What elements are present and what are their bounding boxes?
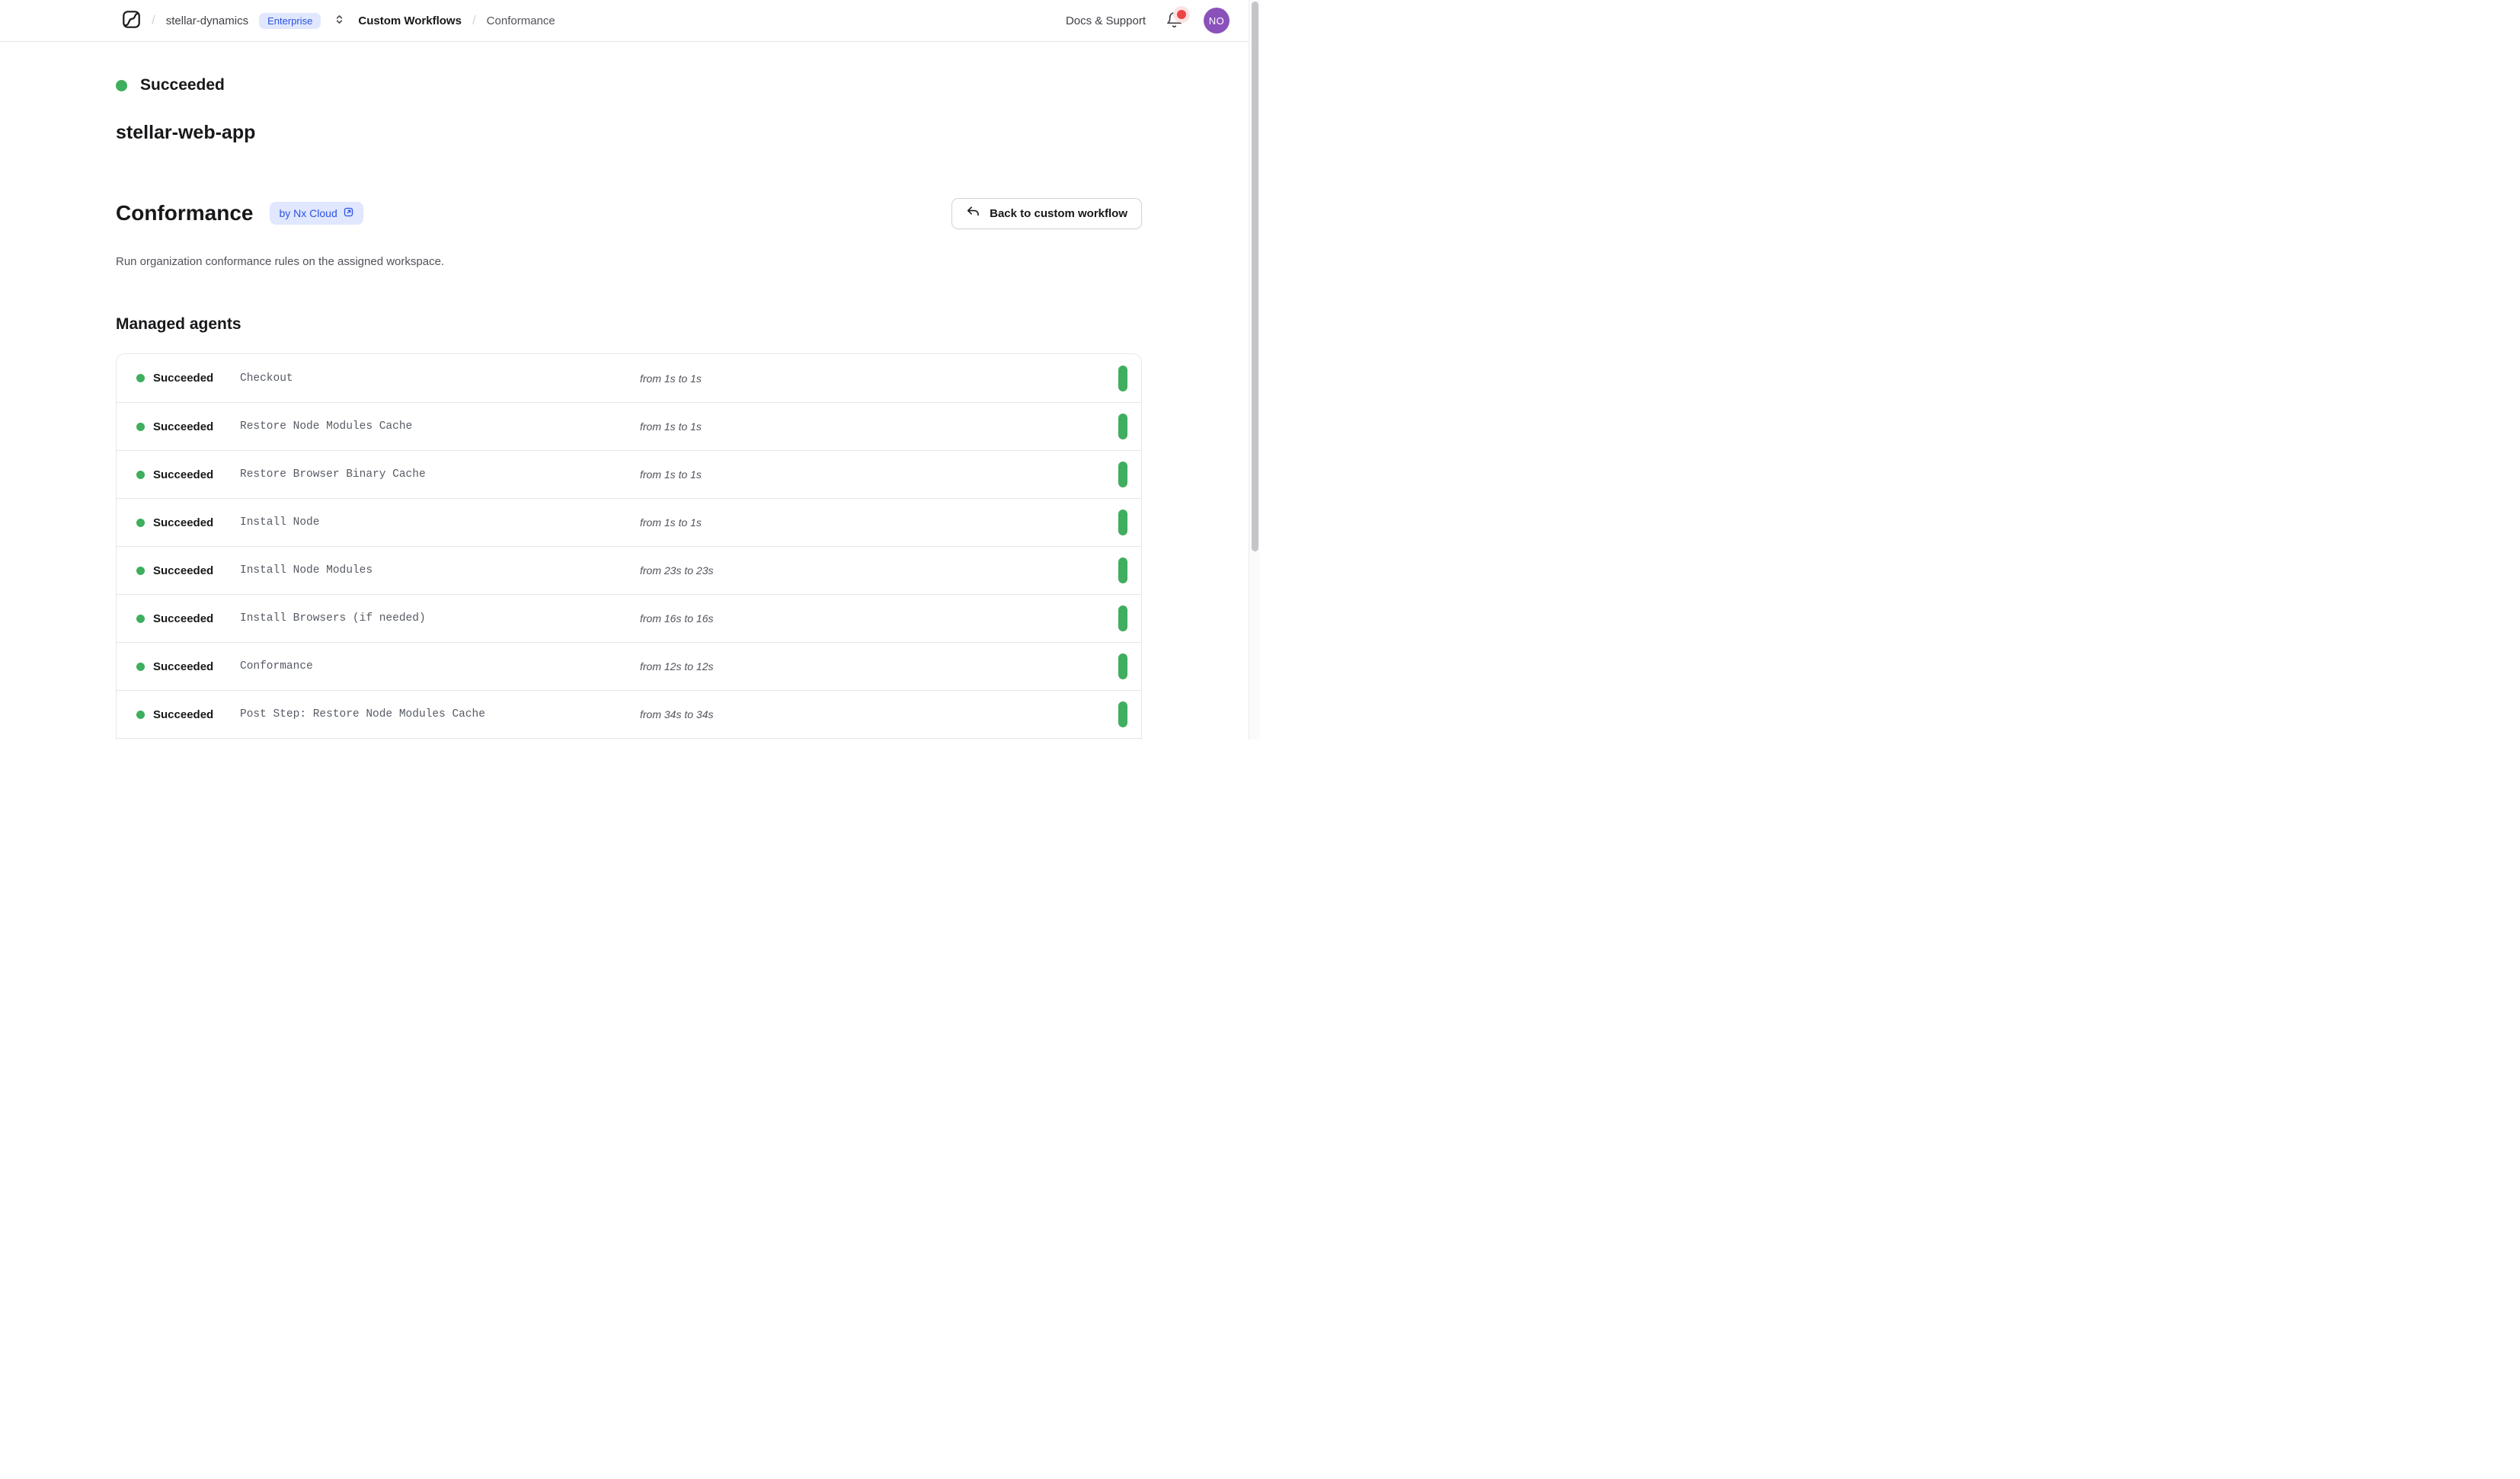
breadcrumb-workspace[interactable]: stellar-dynamics — [166, 14, 248, 27]
breadcrumb-separator: / — [152, 13, 155, 28]
step-status-label: Succeeded — [153, 468, 213, 481]
agent-step-row[interactable]: Succeeded Conformance from 12s to 12s — [117, 642, 1141, 690]
run-status-label: Succeeded — [140, 76, 225, 94]
step-name: Conformance — [240, 660, 313, 672]
notification-badge — [1173, 6, 1190, 23]
step-name: Install Browsers (if needed) — [240, 612, 426, 625]
top-bar: / stellar-dynamics Enterprise Custom Wor… — [0, 0, 1260, 42]
notifications-button[interactable] — [1166, 11, 1184, 30]
step-timing: from 34s to 34s — [640, 708, 714, 720]
step-timeline-bar[interactable] — [1118, 366, 1127, 391]
step-timeline-bar[interactable] — [1118, 557, 1127, 583]
step-timing: from 23s to 23s — [640, 564, 714, 577]
status-dot-icon — [116, 80, 127, 91]
status-dot-icon — [136, 663, 145, 671]
external-link-icon — [343, 206, 354, 220]
step-status-label: Succeeded — [153, 612, 213, 625]
top-bar-actions: Docs & Support NO — [1066, 8, 1230, 34]
by-nx-cloud-badge[interactable]: by Nx Cloud — [270, 202, 363, 225]
agent-step-row[interactable]: Succeeded Install Node Modules from 23s … — [117, 546, 1141, 594]
step-status: Succeeded — [136, 691, 213, 738]
docs-support-link[interactable]: Docs & Support — [1066, 14, 1146, 27]
step-name: Restore Node Modules Cache — [240, 420, 412, 433]
user-avatar[interactable]: NO — [1204, 8, 1230, 34]
breadcrumb-section[interactable]: Custom Workflows — [358, 14, 462, 27]
nx-cloud-app: / stellar-dynamics Enterprise Custom Wor… — [0, 0, 1260, 740]
scrollbar-track[interactable] — [1249, 0, 1260, 740]
step-status-label: Succeeded — [153, 516, 213, 529]
status-dot-icon — [136, 471, 145, 479]
step-status-label: Succeeded — [153, 420, 213, 433]
step-timing: from 1s to 1s — [640, 420, 702, 433]
step-timing: from 16s to 16s — [640, 612, 714, 625]
step-status: Succeeded — [136, 547, 213, 594]
step-status: Succeeded — [136, 451, 213, 498]
breadcrumb-separator: / — [472, 13, 476, 28]
step-timing: from 12s to 12s — [640, 660, 714, 672]
step-status-label: Succeeded — [153, 564, 213, 577]
agent-step-row[interactable]: Succeeded Post Step: Restore Node Module… — [117, 690, 1141, 738]
agent-step-row[interactable]: Succeeded Install Node from 1s to 1s — [117, 498, 1141, 546]
back-button-label: Back to custom workflow — [990, 207, 1127, 220]
step-status: Succeeded — [136, 739, 213, 740]
managed-agents-heading: Managed agents — [116, 315, 1142, 334]
workflow-description: Run organization conformance rules on th… — [116, 255, 1142, 268]
step-timeline-bar[interactable] — [1118, 414, 1127, 439]
step-timing: from 1s to 1s — [640, 468, 702, 481]
plan-badge: Enterprise — [259, 13, 321, 29]
breadcrumb-current-page: Conformance — [487, 14, 555, 27]
step-status: Succeeded — [136, 643, 213, 690]
agent-step-row[interactable]: Succeeded Install Browsers (if needed) f… — [117, 594, 1141, 642]
status-dot-icon — [136, 374, 145, 382]
step-status: Succeeded — [136, 354, 213, 402]
managed-agents-list: Succeeded Checkout from 1s to 1s Succeed… — [116, 353, 1142, 740]
status-dot-icon — [136, 567, 145, 575]
status-dot-icon — [136, 423, 145, 431]
back-to-custom-workflow-button[interactable]: Back to custom workflow — [951, 198, 1142, 229]
step-status-label: Succeeded — [153, 372, 213, 385]
scrollbar-thumb[interactable] — [1252, 2, 1258, 551]
step-name: Post Step: Restore Node Modules Cache — [240, 708, 485, 720]
step-name: Checkout — [240, 372, 293, 385]
step-timing: from 1s to 1s — [640, 372, 702, 385]
run-status: Succeeded — [116, 76, 1142, 94]
step-name: Install Node — [240, 516, 319, 529]
status-dot-icon — [136, 519, 145, 527]
step-timing: from 1s to 1s — [640, 516, 702, 529]
step-timeline-bar[interactable] — [1118, 701, 1127, 727]
agent-step-row[interactable]: Succeeded Restore Browser Binary Cache f… — [117, 450, 1141, 498]
workspace-title: stellar-web-app — [116, 122, 1142, 144]
step-status: Succeeded — [136, 499, 213, 546]
agent-step-row[interactable]: Succeeded Post Step: Restore Browser Bin… — [117, 738, 1141, 740]
step-status-label: Succeeded — [153, 708, 213, 721]
workspace-switcher-button[interactable] — [331, 11, 347, 30]
nx-cloud-logo-icon — [122, 10, 141, 31]
workflow-title: Conformance — [116, 201, 253, 225]
step-timeline-bar[interactable] — [1118, 605, 1127, 631]
agent-step-row[interactable]: Succeeded Checkout from 1s to 1s — [117, 354, 1141, 402]
return-arrow-icon — [966, 205, 980, 222]
status-dot-icon — [136, 711, 145, 719]
breadcrumb: / stellar-dynamics Enterprise Custom Wor… — [122, 10, 555, 31]
workflow-header: Conformance by Nx Cloud — [116, 184, 1142, 243]
provider-badge-label: by Nx Cloud — [279, 207, 337, 219]
home-button[interactable] — [122, 10, 141, 31]
step-timeline-bar[interactable] — [1118, 653, 1127, 679]
step-name: Restore Browser Binary Cache — [240, 468, 426, 481]
step-timeline-bar[interactable] — [1118, 510, 1127, 535]
step-name: Install Node Modules — [240, 564, 373, 577]
step-status: Succeeded — [136, 595, 213, 642]
status-dot-icon — [136, 615, 145, 623]
step-status-label: Succeeded — [153, 660, 213, 673]
main-content: Succeeded stellar-web-app Conformance by… — [116, 42, 1142, 740]
step-status: Succeeded — [136, 403, 213, 450]
agent-step-row[interactable]: Succeeded Restore Node Modules Cache fro… — [117, 402, 1141, 450]
chevron-up-down-icon — [333, 13, 346, 28]
step-timeline-bar[interactable] — [1118, 462, 1127, 487]
